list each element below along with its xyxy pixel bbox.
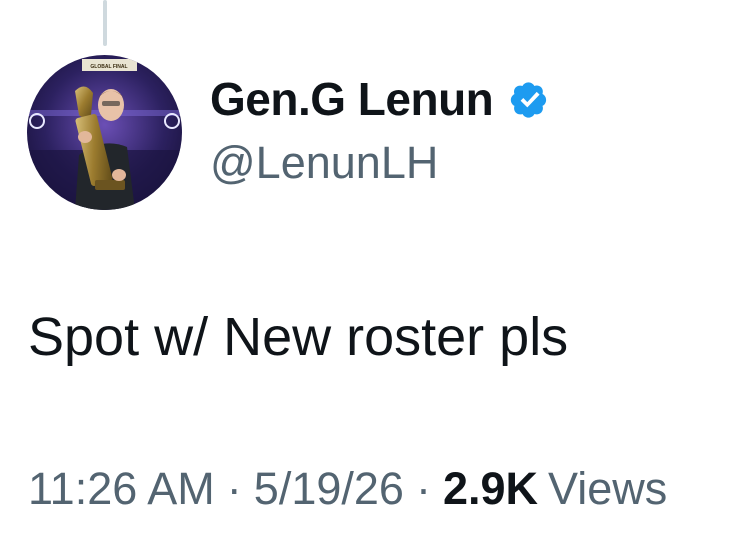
views-count[interactable]: 2.9K: [443, 463, 538, 514]
avatar-banner-text: GLOBAL FINAL: [90, 64, 127, 70]
verified-badge-icon[interactable]: [507, 76, 553, 122]
meta-separator: ·: [415, 463, 431, 514]
avatar[interactable]: GLOBAL FINAL: [27, 55, 182, 210]
avatar-image: GLOBAL FINAL: [27, 55, 182, 210]
tweet-time[interactable]: 11:26 AM: [28, 463, 215, 514]
views-label[interactable]: Views: [548, 463, 667, 514]
tweet-meta: 11:26 AM · 5/19/26 · 2.9K Views: [28, 466, 667, 511]
author-name-row: Gen.G Lenun: [210, 76, 553, 122]
display-name[interactable]: Gen.G Lenun: [210, 76, 494, 122]
meta-separator: ·: [226, 463, 242, 514]
thread-connector-line: [103, 0, 107, 46]
tweet-text: Spot w/ New roster pls: [28, 307, 569, 367]
tweet-date[interactable]: 5/19/26: [254, 463, 404, 514]
author-handle[interactable]: @LenunLH: [210, 140, 438, 185]
